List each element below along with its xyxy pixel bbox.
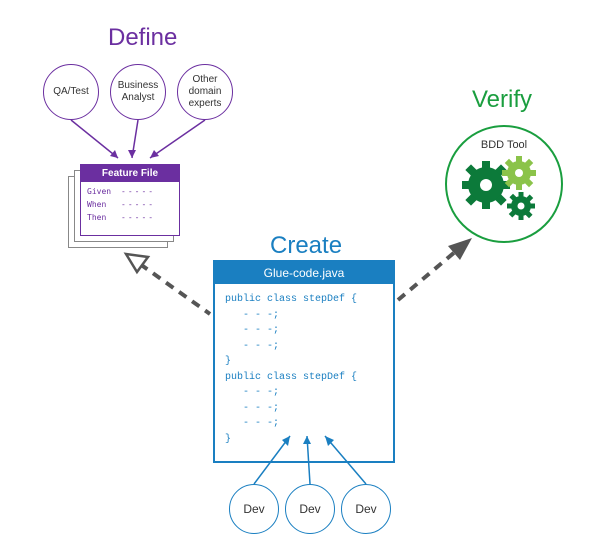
role-dev-3: Dev (341, 484, 391, 534)
feature-file-title: Feature File (81, 165, 179, 182)
feature-file: Feature File Given----- When----- Then--… (68, 162, 183, 254)
stage-label-create: Create (270, 232, 342, 260)
keyword-then: Then (87, 212, 115, 225)
stage-label-verify: Verify (472, 86, 532, 114)
keyword-when: When (87, 199, 115, 212)
glue-code-box: Glue-code.java public class stepDef { - … (213, 260, 395, 463)
keyword-given: Given (87, 186, 115, 199)
role-qa-test: QA/Test (43, 64, 99, 120)
bdd-tool-label: BDD Tool (481, 139, 527, 151)
glue-code-filename: Glue-code.java (215, 262, 393, 284)
role-dev-2: Dev (285, 484, 335, 534)
bdd-tool: BDD Tool (445, 125, 563, 243)
stage-label-define: Define (108, 24, 177, 52)
role-domain-experts: Other domain experts (177, 64, 233, 120)
glue-code-body: public class stepDef { - - -; - - -; - -… (215, 284, 393, 461)
role-dev-1: Dev (229, 484, 279, 534)
role-business-analyst: Business Analyst (110, 64, 166, 120)
gears-icon (459, 153, 549, 233)
